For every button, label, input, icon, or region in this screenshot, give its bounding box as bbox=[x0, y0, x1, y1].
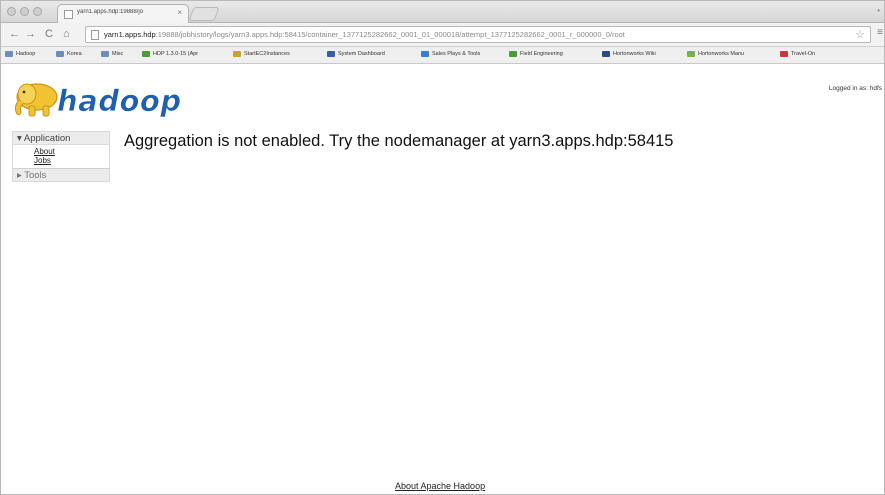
box-icon bbox=[233, 51, 241, 57]
hadoop-logo-text: hadoop bbox=[57, 84, 182, 118]
bookmark-korea[interactable]: Korea bbox=[56, 51, 82, 57]
bookmark-travel-on[interactable]: Travel-On bbox=[780, 51, 815, 57]
leaf-icon bbox=[509, 51, 517, 57]
page-content: hadoop Logged in as: hdfs ▾ Application … bbox=[1, 65, 884, 494]
bookmark-misc[interactable]: Misc bbox=[101, 51, 123, 57]
logged-in-status: Logged in as: hdfs bbox=[828, 85, 882, 92]
folder-icon bbox=[101, 51, 109, 57]
back-button[interactable]: ← bbox=[9, 27, 20, 41]
folder-icon bbox=[56, 51, 64, 57]
nav-link-jobs[interactable]: Jobs bbox=[34, 156, 109, 165]
zoom-window-icon[interactable] bbox=[33, 7, 42, 16]
reload-button[interactable]: C bbox=[45, 27, 53, 41]
new-tab-button[interactable] bbox=[188, 7, 220, 21]
nav-section-label: Application bbox=[23, 133, 71, 144]
browser-window: yarn1.apps.hdp:19888/jo × • ← → C ⌂ yarn… bbox=[0, 0, 885, 495]
close-window-icon[interactable] bbox=[7, 7, 16, 16]
browser-menu-icon[interactable]: ≡ bbox=[877, 27, 883, 38]
page-icon bbox=[91, 30, 99, 40]
url-host: yarn1.apps.hdp bbox=[104, 30, 156, 39]
about-apache-hadoop-link[interactable]: About Apache Hadoop bbox=[395, 481, 485, 491]
bookmark-hadoop[interactable]: Hadoop bbox=[5, 51, 35, 57]
collapse-icon: ▾ bbox=[17, 133, 22, 144]
address-bar[interactable]: yarn1.apps.hdp:19888/jobhistory/logs/yar… bbox=[85, 26, 871, 43]
x-icon bbox=[602, 51, 610, 57]
page-favicon-icon bbox=[64, 10, 73, 19]
nav-section-tools[interactable]: ▸ Tools bbox=[12, 168, 110, 182]
forward-button[interactable]: → bbox=[25, 27, 36, 41]
folder-icon bbox=[5, 51, 13, 57]
url-path: :19888/jobhistory/logs/yarn3.apps.hdp:58… bbox=[155, 30, 625, 39]
elephant-icon bbox=[14, 83, 58, 117]
nav-section-application[interactable]: ▾ Application bbox=[12, 131, 110, 145]
doc-icon bbox=[421, 51, 429, 57]
flag-icon bbox=[780, 51, 788, 57]
nav-section-label: Tools bbox=[24, 170, 47, 181]
tab-strip: yarn1.apps.hdp:19888/jo × • bbox=[1, 1, 884, 23]
url-text: yarn1.apps.hdp:19888/jobhistory/logs/yar… bbox=[104, 30, 625, 39]
leaf-icon bbox=[142, 51, 150, 57]
bookmark-system-dashboard[interactable]: System Dashboard bbox=[327, 51, 385, 57]
window-corner-icon: • bbox=[877, 6, 880, 15]
bookmark-startec2[interactable]: StartEC2Instances bbox=[233, 51, 290, 57]
hadoop-logo[interactable]: hadoop bbox=[11, 80, 201, 120]
bookmarks-bar: Hadoop Korea Misc HDP 1.3.0-15 (Apr Star… bbox=[1, 47, 884, 64]
side-navigation: ▾ Application About Jobs ▸ Tools bbox=[12, 131, 110, 182]
bookmark-hortonworks-wiki[interactable]: Hortonworks Wiki bbox=[602, 51, 656, 57]
aggregation-message: Aggregation is not enabled. Try the node… bbox=[124, 132, 674, 150]
tab-close-icon[interactable]: × bbox=[177, 8, 182, 18]
tab-title: yarn1.apps.hdp:19888/jo bbox=[77, 9, 144, 15]
minimize-window-icon[interactable] bbox=[20, 7, 29, 16]
browser-tab[interactable]: yarn1.apps.hdp:19888/jo × bbox=[57, 4, 189, 23]
browser-toolbar: ← → C ⌂ yarn1.apps.hdp:19888/jobhistory/… bbox=[1, 23, 884, 47]
bookmark-hdp[interactable]: HDP 1.3.0-15 (Apr bbox=[142, 51, 198, 57]
pin-icon bbox=[327, 51, 335, 57]
nav-link-about[interactable]: About bbox=[34, 147, 109, 156]
bookmark-field-engineering[interactable]: Field Engineering bbox=[509, 51, 563, 57]
bookmark-sales-plays[interactable]: Sales Plays & Tools bbox=[421, 51, 480, 57]
nav-section-body: About Jobs bbox=[12, 145, 110, 168]
home-button[interactable]: ⌂ bbox=[63, 27, 70, 41]
bookmark-star-icon[interactable]: ☆ bbox=[855, 28, 865, 41]
leaf-icon bbox=[687, 51, 695, 57]
expand-icon: ▸ bbox=[17, 170, 22, 181]
bookmark-hortonworks-manual[interactable]: Hortonworks Manu bbox=[687, 51, 744, 57]
